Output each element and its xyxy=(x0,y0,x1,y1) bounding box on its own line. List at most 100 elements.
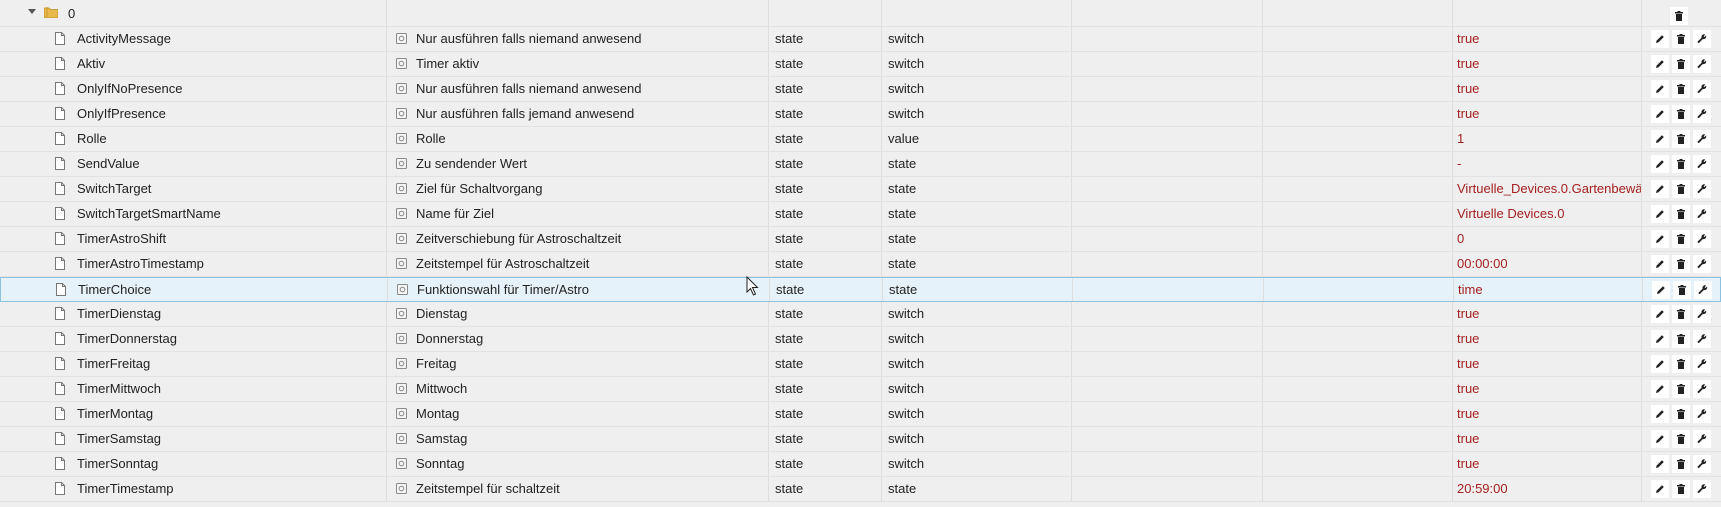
settings-button[interactable] xyxy=(1693,480,1711,498)
edit-button[interactable] xyxy=(1651,255,1669,273)
settings-button[interactable] xyxy=(1693,55,1711,73)
file-icon xyxy=(55,82,65,95)
tree-row[interactable]: TimerMittwoch Mittwoch state switch true xyxy=(0,377,1721,402)
edit-button[interactable] xyxy=(1651,455,1669,473)
tree-row[interactable]: ActivityMessage Nur ausführen falls niem… xyxy=(0,27,1721,52)
tree-row[interactable]: TimerDonnerstag Donnerstag state switch … xyxy=(0,327,1721,352)
tree-row[interactable]: TimerSonntag Sonntag state switch true xyxy=(0,452,1721,477)
value-cell[interactable]: true xyxy=(1453,452,1642,476)
edit-button[interactable] xyxy=(1651,380,1669,398)
value-cell[interactable]: true xyxy=(1453,352,1642,376)
value-cell[interactable]: Virtuelle Devices.0 xyxy=(1453,202,1642,226)
delete-button[interactable] xyxy=(1672,305,1690,323)
value-cell[interactable]: time xyxy=(1454,278,1643,301)
state-icon xyxy=(396,33,407,44)
settings-button[interactable] xyxy=(1693,305,1711,323)
delete-button[interactable] xyxy=(1672,180,1690,198)
delete-button[interactable] xyxy=(1672,355,1690,373)
delete-button[interactable] xyxy=(1672,480,1690,498)
delete-button[interactable] xyxy=(1672,430,1690,448)
edit-button[interactable] xyxy=(1651,405,1669,423)
delete-button[interactable] xyxy=(1672,230,1690,248)
edit-button[interactable] xyxy=(1651,30,1669,48)
tree-row[interactable]: SwitchTargetSmartName Name für Ziel stat… xyxy=(0,202,1721,227)
settings-button[interactable] xyxy=(1693,405,1711,423)
delete-button[interactable] xyxy=(1672,255,1690,273)
value-cell[interactable]: Virtuelle_Devices.0.Gartenbewäs xyxy=(1453,177,1642,201)
edit-button[interactable] xyxy=(1651,430,1669,448)
edit-button[interactable] xyxy=(1651,330,1669,348)
tree-row[interactable]: Rolle Rolle state value 1 xyxy=(0,127,1721,152)
edit-button[interactable] xyxy=(1652,281,1670,299)
value-cell[interactable]: true xyxy=(1453,27,1642,51)
value-cell[interactable]: true xyxy=(1453,52,1642,76)
edit-button[interactable] xyxy=(1651,80,1669,98)
edit-button[interactable] xyxy=(1651,105,1669,123)
tree-root-row[interactable]: 0 xyxy=(0,0,1721,27)
delete-button[interactable] xyxy=(1672,205,1690,223)
caret-down-icon[interactable] xyxy=(28,9,36,14)
edit-button[interactable] xyxy=(1651,155,1669,173)
edit-button[interactable] xyxy=(1651,480,1669,498)
tree-row[interactable]: TimerMontag Montag state switch true xyxy=(0,402,1721,427)
tree-row[interactable]: TimerAstroShift Zeitverschiebung für Ast… xyxy=(0,227,1721,252)
delete-button[interactable] xyxy=(1672,155,1690,173)
value-cell[interactable]: true xyxy=(1453,302,1642,326)
edit-button[interactable] xyxy=(1651,230,1669,248)
edit-button[interactable] xyxy=(1651,205,1669,223)
delete-button[interactable] xyxy=(1673,281,1691,299)
tree-row[interactable]: Aktiv Timer aktiv state switch true xyxy=(0,52,1721,77)
edit-button[interactable] xyxy=(1651,305,1669,323)
settings-button[interactable] xyxy=(1693,80,1711,98)
value-cell[interactable]: 0 xyxy=(1453,227,1642,251)
settings-button[interactable] xyxy=(1693,155,1711,173)
value-cell[interactable]: 20:59:00 xyxy=(1453,477,1642,501)
settings-button[interactable] xyxy=(1693,330,1711,348)
tree-row[interactable]: OnlyIfNoPresence Nur ausführen falls nie… xyxy=(0,77,1721,102)
tree-row[interactable]: TimerFreitag Freitag state switch true xyxy=(0,352,1721,377)
delete-button[interactable] xyxy=(1672,380,1690,398)
tree-row[interactable]: TimerSamstag Samstag state switch true xyxy=(0,427,1721,452)
settings-button[interactable] xyxy=(1693,255,1711,273)
value-cell[interactable]: true xyxy=(1453,102,1642,126)
value-cell[interactable]: 1 xyxy=(1453,127,1642,151)
tree-row[interactable]: SwitchTarget Ziel für Schaltvorgang stat… xyxy=(0,177,1721,202)
delete-button[interactable] xyxy=(1672,105,1690,123)
edit-button[interactable] xyxy=(1651,130,1669,148)
delete-button[interactable] xyxy=(1672,55,1690,73)
value-cell[interactable]: true xyxy=(1453,377,1642,401)
settings-button[interactable] xyxy=(1693,30,1711,48)
tree-row[interactable]: SendValue Zu sendender Wert state state … xyxy=(0,152,1721,177)
edit-button[interactable] xyxy=(1651,55,1669,73)
tree-row[interactable]: TimerAstroTimestamp Zeitstempel für Astr… xyxy=(0,252,1721,277)
delete-button[interactable] xyxy=(1672,80,1690,98)
value-cell[interactable]: true xyxy=(1453,77,1642,101)
settings-button[interactable] xyxy=(1693,205,1711,223)
edit-button[interactable] xyxy=(1651,180,1669,198)
settings-button[interactable] xyxy=(1694,281,1712,299)
settings-button[interactable] xyxy=(1693,430,1711,448)
settings-button[interactable] xyxy=(1693,230,1711,248)
delete-button[interactable] xyxy=(1672,405,1690,423)
tree-row[interactable]: TimerTimestamp Zeitstempel für schaltzei… xyxy=(0,477,1721,502)
delete-button[interactable] xyxy=(1672,130,1690,148)
value-cell[interactable]: 00:00:00 xyxy=(1453,252,1642,276)
value-cell[interactable]: true xyxy=(1453,402,1642,426)
settings-button[interactable] xyxy=(1693,355,1711,373)
settings-button[interactable] xyxy=(1693,105,1711,123)
edit-button[interactable] xyxy=(1651,355,1669,373)
tree-row[interactable]: OnlyIfPresence Nur ausführen falls jeman… xyxy=(0,102,1721,127)
delete-button[interactable] xyxy=(1672,330,1690,348)
value-cell[interactable]: true xyxy=(1453,427,1642,451)
tree-row[interactable]: TimerDienstag Dienstag state switch true xyxy=(0,302,1721,327)
settings-button[interactable] xyxy=(1693,130,1711,148)
root-delete-button[interactable] xyxy=(1670,7,1688,25)
settings-button[interactable] xyxy=(1693,455,1711,473)
settings-button[interactable] xyxy=(1693,380,1711,398)
delete-button[interactable] xyxy=(1672,455,1690,473)
tree-row[interactable]: TimerChoice Funktionswahl für Timer/Astr… xyxy=(0,277,1721,302)
value-cell[interactable]: true xyxy=(1453,327,1642,351)
settings-button[interactable] xyxy=(1693,180,1711,198)
value-cell[interactable]: - xyxy=(1453,152,1642,176)
delete-button[interactable] xyxy=(1672,30,1690,48)
